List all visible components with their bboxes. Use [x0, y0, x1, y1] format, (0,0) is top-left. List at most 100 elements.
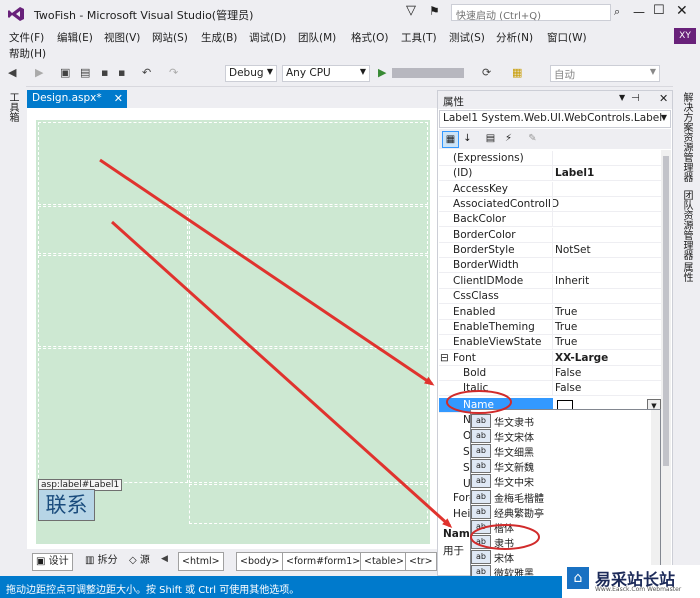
table-cell[interactable]: [38, 122, 428, 205]
undo-icon[interactable]: ↶: [142, 66, 151, 79]
property-row[interactable]: AccessKey: [439, 181, 661, 197]
font-option[interactable]: ab 经典繁勘亭: [471, 504, 651, 520]
property-row[interactable]: ClientIDMode Inherit: [439, 273, 661, 289]
new-project-icon[interactable]: ▣: [60, 66, 70, 79]
design-view-tab[interactable]: ▣ 设计: [32, 553, 73, 571]
property-row[interactable]: BorderStyle NotSet: [439, 243, 661, 259]
menu-tools[interactable]: 工具(T): [401, 30, 437, 45]
menu-window[interactable]: 窗口(W): [547, 30, 587, 45]
table-cell[interactable]: [38, 206, 188, 254]
label-control[interactable]: 联系: [38, 489, 95, 521]
redo-icon[interactable]: ↷: [169, 66, 178, 79]
property-row[interactable]: AssociatedControlID: [439, 197, 661, 213]
split-view-tab[interactable]: ▥ 拆分: [82, 553, 121, 569]
property-value[interactable]: Inherit: [555, 275, 589, 287]
close-icon[interactable]: ✕: [659, 92, 668, 105]
table-cell[interactable]: [189, 484, 428, 524]
property-row[interactable]: (ID) Label1: [439, 166, 661, 182]
font-option[interactable]: ab 楷体: [471, 519, 651, 535]
menu-analyze[interactable]: 分析(N): [496, 30, 533, 45]
solution-config-select[interactable]: Debug ▼: [225, 65, 277, 82]
object-selector[interactable]: Label1 System.Web.UI.WebControls.Label ▼: [439, 110, 671, 128]
back-icon[interactable]: ◀: [8, 66, 16, 79]
forward-icon[interactable]: ▶: [35, 66, 43, 79]
browser-link-icon[interactable]: ▦: [512, 66, 522, 79]
property-pages-icon[interactable]: ✎: [525, 131, 540, 146]
font-option[interactable]: ab 宋体: [471, 549, 651, 565]
categorized-icon[interactable]: ▦: [442, 131, 459, 148]
open-file-icon[interactable]: ▤: [80, 66, 90, 79]
refresh-icon[interactable]: ⟳: [482, 66, 491, 79]
font-option[interactable]: ab 隶书: [471, 534, 651, 550]
font-option[interactable]: ab 华文细黑: [471, 443, 651, 459]
team-explorer-tab[interactable]: 团队资源管理器: [679, 190, 694, 260]
font-option[interactable]: ab 华文中宋: [471, 473, 651, 489]
breadcrumb-html[interactable]: <html>: [178, 552, 224, 571]
nav-prev-icon[interactable]: ◀: [161, 554, 168, 564]
property-value[interactable]: True: [555, 336, 577, 348]
property-row[interactable]: (Expressions): [439, 151, 661, 166]
save-all-icon[interactable]: ▪: [118, 66, 125, 79]
font-option[interactable]: ab 华文新魏: [471, 458, 651, 474]
property-value[interactable]: XX-Large: [555, 352, 608, 364]
menu-team[interactable]: 团队(M): [298, 30, 336, 45]
font-option[interactable]: ab 华文宋体: [471, 428, 651, 444]
font-option[interactable]: ab 华文隶书: [471, 413, 651, 429]
font-option[interactable]: ab 金梅毛楷體: [471, 489, 651, 505]
property-row[interactable]: BorderWidth: [439, 258, 661, 274]
filter-icon[interactable]: ▽: [406, 3, 416, 18]
property-value[interactable]: True: [555, 321, 577, 333]
maximize-icon[interactable]: ☐: [653, 3, 665, 18]
minimize-icon[interactable]: —: [633, 5, 645, 19]
table-cell[interactable]: [189, 255, 428, 347]
quick-launch-input[interactable]: 快速启动 (Ctrl+Q): [451, 4, 611, 22]
property-row[interactable]: EnableTheming True: [439, 319, 661, 335]
menu-file[interactable]: 文件(F): [9, 30, 44, 45]
property-row[interactable]: BackColor: [439, 212, 661, 228]
properties-icon[interactable]: ▤: [483, 131, 498, 146]
close-icon[interactable]: ✕: [676, 3, 688, 19]
breadcrumb-tr[interactable]: <tr>: [405, 552, 437, 571]
search-icon[interactable]: ⌕: [614, 5, 620, 19]
table-cell[interactable]: [189, 348, 428, 483]
table-cell[interactable]: [38, 255, 188, 347]
property-row[interactable]: CssClass: [439, 289, 661, 305]
dropdown-scrollbar[interactable]: [651, 410, 660, 576]
avatar[interactable]: XY: [674, 28, 696, 44]
events-icon[interactable]: ⚡: [501, 131, 516, 146]
menu-debug[interactable]: 调试(D): [249, 30, 286, 45]
chevron-down-icon[interactable]: ▼: [619, 93, 625, 102]
notification-flag-icon[interactable]: ⚑: [429, 4, 440, 18]
table-cell[interactable]: [38, 348, 188, 483]
breadcrumb-body[interactable]: <body>: [236, 552, 284, 571]
platform-select[interactable]: Any CPU ▼: [282, 65, 370, 82]
close-icon[interactable]: ✕: [114, 92, 123, 105]
save-icon[interactable]: ▪: [101, 66, 108, 79]
properties-tab[interactable]: 属性: [679, 262, 694, 282]
menu-format[interactable]: 格式(O): [351, 30, 388, 45]
menu-view[interactable]: 视图(V): [104, 30, 140, 45]
document-tab[interactable]: Design.aspx* ✕: [27, 90, 127, 108]
table-cell[interactable]: [189, 206, 428, 254]
property-row[interactable]: BorderColor: [439, 227, 661, 243]
toolbox-tab[interactable]: 工具箱: [7, 92, 20, 122]
property-row[interactable]: ⊟ Font XX-Large: [439, 350, 661, 366]
property-value[interactable]: True: [555, 306, 577, 318]
breadcrumb-table[interactable]: <table>: [360, 552, 408, 571]
property-value[interactable]: Label1: [555, 167, 594, 179]
menu-test[interactable]: 测试(S): [449, 30, 485, 45]
menu-edit[interactable]: 编辑(E): [57, 30, 93, 45]
menu-build[interactable]: 生成(B): [201, 30, 237, 45]
menu-help[interactable]: 帮助(H): [9, 46, 46, 61]
auto-select[interactable]: 自动 ▼: [550, 65, 660, 82]
pin-icon[interactable]: ⊣: [631, 93, 640, 104]
property-value[interactable]: False: [555, 382, 581, 394]
alphabetical-icon[interactable]: ↓: [460, 131, 475, 146]
breadcrumb-form[interactable]: <form#form1>: [282, 552, 365, 571]
property-row[interactable]: EnableViewState True: [439, 335, 661, 351]
property-row[interactable]: Enabled True: [439, 304, 661, 320]
menu-website[interactable]: 网站(S): [152, 30, 188, 45]
start-debugging-icon[interactable]: ▶: [378, 66, 386, 79]
property-value[interactable]: False: [555, 367, 581, 379]
property-row[interactable]: Bold False: [439, 365, 661, 381]
